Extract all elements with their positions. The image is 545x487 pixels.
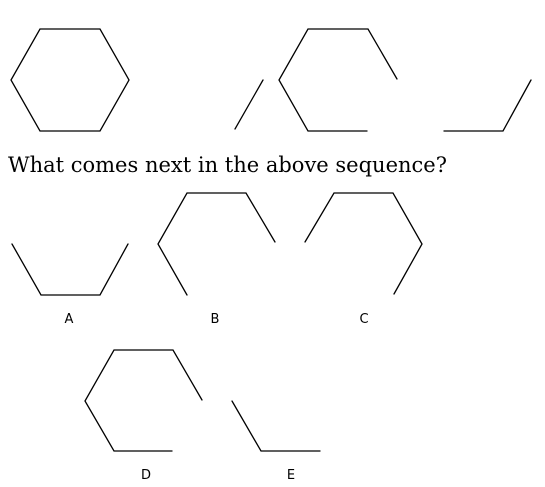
option-b[interactable]: B	[157, 192, 276, 327]
option-a-label: A	[65, 312, 74, 327]
option-c-figure	[304, 192, 423, 295]
option-d[interactable]: D	[84, 349, 203, 483]
sequence-figure-2	[234, 28, 398, 132]
option-a-figure	[11, 243, 129, 296]
option-a[interactable]: A	[11, 243, 129, 327]
option-b-label: B	[211, 312, 220, 327]
question-text: What comes next in the above sequence?	[8, 153, 447, 177]
sequence-figure-3	[443, 79, 532, 132]
option-d-label: D	[141, 468, 151, 483]
sequence-figure-1	[10, 28, 130, 132]
option-c[interactable]: C	[304, 192, 423, 327]
option-b-figure	[157, 192, 276, 296]
puzzle-canvas: What comes next in the above sequence? A…	[8, 28, 532, 483]
option-c-label: C	[359, 312, 368, 327]
option-e-figure	[231, 400, 321, 452]
option-e-label: E	[287, 468, 295, 483]
option-d-figure	[84, 349, 203, 452]
option-e[interactable]: E	[231, 400, 321, 483]
